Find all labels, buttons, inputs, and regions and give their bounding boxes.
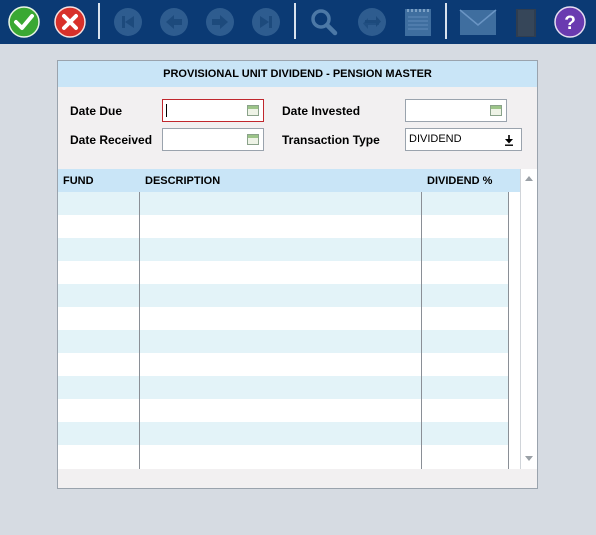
table-row[interactable] bbox=[58, 284, 508, 307]
date-received-field[interactable] bbox=[162, 128, 264, 151]
date-invested-field[interactable] bbox=[405, 99, 507, 122]
date-received-label: Date Received bbox=[70, 133, 153, 147]
table-row[interactable] bbox=[58, 215, 508, 238]
first-record-button[interactable] bbox=[112, 6, 144, 38]
text-caret bbox=[166, 104, 167, 117]
grid-header: FUND DESCRIPTION DIVIDEND % bbox=[58, 169, 520, 192]
date-due-field[interactable] bbox=[162, 99, 264, 122]
arrow-left-icon bbox=[160, 8, 188, 36]
dividend-grid: FUND DESCRIPTION DIVIDEND % bbox=[58, 169, 537, 469]
document-button[interactable] bbox=[512, 6, 544, 38]
toolbar-separator bbox=[445, 3, 447, 39]
cancel-button[interactable] bbox=[54, 6, 86, 38]
table-row[interactable] bbox=[58, 330, 508, 353]
help-button[interactable]: ? bbox=[554, 6, 586, 38]
next-button[interactable] bbox=[204, 6, 236, 38]
previous-button[interactable] bbox=[158, 6, 190, 38]
document-icon bbox=[516, 9, 536, 37]
column-divider bbox=[139, 192, 140, 469]
column-header-fund[interactable]: FUND bbox=[63, 175, 94, 187]
scroll-down-icon[interactable] bbox=[525, 456, 533, 461]
arrow-right-icon bbox=[206, 8, 234, 36]
calendar-icon[interactable] bbox=[247, 134, 259, 145]
column-header-description[interactable]: DESCRIPTION bbox=[145, 175, 220, 187]
toolbar-separator bbox=[294, 3, 296, 39]
mail-button[interactable] bbox=[459, 6, 497, 38]
transaction-type-value: DIVIDEND bbox=[409, 133, 462, 145]
column-divider bbox=[421, 192, 422, 469]
table-row[interactable] bbox=[58, 399, 508, 422]
table-row[interactable] bbox=[58, 422, 508, 445]
transaction-type-select[interactable]: DIVIDEND bbox=[405, 128, 522, 151]
toolbar-separator bbox=[98, 3, 100, 39]
table-row[interactable] bbox=[58, 445, 508, 468]
first-record-icon bbox=[114, 8, 142, 36]
search-icon bbox=[311, 9, 338, 36]
mail-icon bbox=[459, 9, 497, 35]
vertical-scrollbar[interactable] bbox=[520, 169, 537, 469]
notes-button[interactable] bbox=[402, 6, 434, 38]
close-icon bbox=[54, 6, 86, 38]
help-icon: ? bbox=[554, 6, 586, 38]
table-row[interactable] bbox=[58, 307, 508, 330]
scroll-up-icon[interactable] bbox=[525, 176, 533, 181]
table-row[interactable] bbox=[58, 376, 508, 399]
calendar-icon[interactable] bbox=[247, 105, 259, 116]
date-invested-label: Date Invested bbox=[282, 104, 361, 118]
check-icon bbox=[8, 6, 40, 38]
chevron-down-icon bbox=[505, 135, 513, 146]
last-record-button[interactable] bbox=[250, 6, 282, 38]
toolbar: ? bbox=[0, 0, 596, 44]
table-row[interactable] bbox=[58, 192, 508, 215]
refresh-button[interactable] bbox=[356, 6, 388, 38]
panel-title: PROVISIONAL UNIT DIVIDEND - PENSION MAST… bbox=[58, 61, 537, 87]
dividend-form-panel: PROVISIONAL UNIT DIVIDEND - PENSION MAST… bbox=[57, 60, 538, 489]
svg-text:?: ? bbox=[564, 13, 576, 34]
date-due-label: Date Due bbox=[70, 104, 123, 118]
calendar-icon[interactable] bbox=[490, 105, 502, 116]
last-record-icon bbox=[252, 8, 280, 36]
accept-button[interactable] bbox=[8, 6, 40, 38]
refresh-icon bbox=[358, 8, 386, 36]
search-button[interactable] bbox=[308, 6, 340, 38]
notepad-icon bbox=[405, 9, 431, 36]
transaction-type-label: Transaction Type bbox=[282, 133, 380, 147]
table-row[interactable] bbox=[58, 238, 508, 261]
table-row[interactable] bbox=[58, 261, 508, 284]
column-header-dividend[interactable]: DIVIDEND % bbox=[427, 175, 492, 187]
table-row[interactable] bbox=[58, 353, 508, 376]
column-divider bbox=[508, 192, 509, 469]
